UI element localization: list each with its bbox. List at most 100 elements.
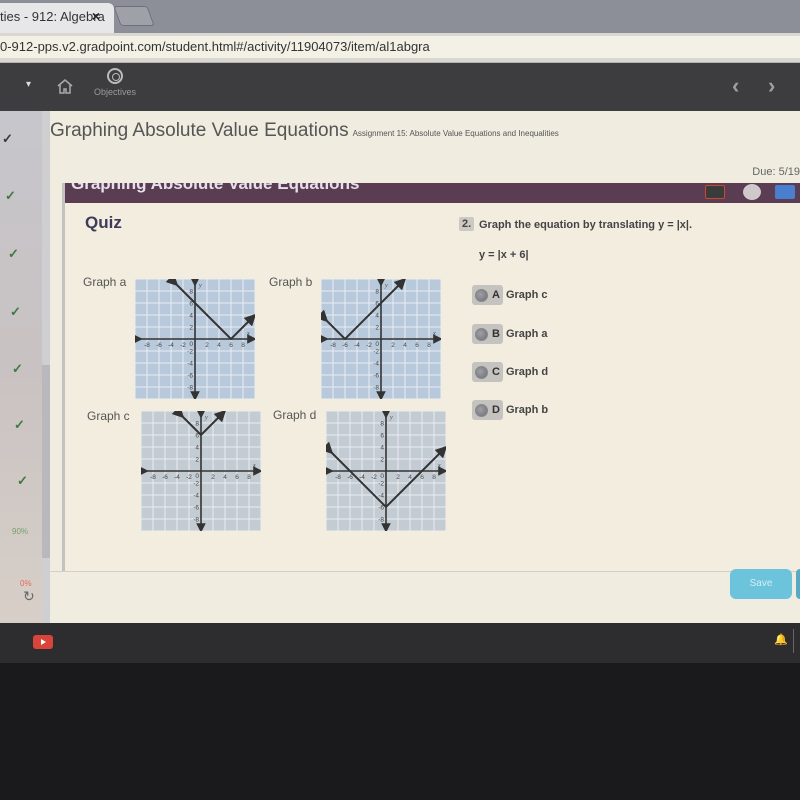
x-tick-label: -8: [150, 474, 156, 481]
radio-box[interactable]: D: [472, 400, 503, 420]
next-button-edge[interactable]: [796, 569, 800, 599]
os-shelf: 🔔: [0, 623, 800, 663]
y-tick-label: -6: [193, 505, 199, 512]
x-tick-label: -2: [371, 474, 377, 481]
graph-a: -8 -6 -4 -2 2 4 6 88642-2-4-6-80xy: [135, 279, 255, 399]
y-tick-label: 8: [189, 289, 193, 296]
completion-percent: 0%: [20, 579, 32, 588]
x-tick-label: -6: [156, 342, 162, 349]
y-axis-label: y: [384, 283, 388, 289]
objectives-label: Objectives: [93, 87, 137, 97]
radio-box[interactable]: C: [472, 362, 503, 382]
new-tab-button[interactable]: [113, 6, 155, 26]
x-axis-label: x: [246, 331, 250, 337]
page-title: Graphing Absolute Value Equations Assignm…: [50, 120, 559, 142]
previous-arrow-icon[interactable]: ‹: [732, 73, 739, 99]
x-tick-label: 6: [229, 342, 233, 349]
option-label[interactable]: Graph b: [506, 404, 548, 416]
x-tick-label: -4: [354, 342, 360, 349]
bell-icon[interactable]: 🔔: [774, 633, 788, 646]
y-tick-label: 8: [380, 421, 384, 428]
quiz-label: Quiz: [85, 213, 122, 232]
home-icon[interactable]: [56, 77, 74, 95]
answer-option-c[interactable]: C Graph d: [472, 361, 548, 383]
graph-a-label: Graph a: [83, 275, 127, 289]
calculator-tool-icon[interactable]: [705, 185, 725, 199]
check-icon[interactable]: ✓: [5, 188, 16, 204]
x-tick-label: 4: [403, 342, 407, 349]
graph-c-label: Graph c: [87, 409, 130, 423]
y-axis-label: y: [198, 283, 202, 289]
graph-d-label: Graph d: [273, 408, 317, 422]
x-tick-label: 8: [427, 342, 431, 349]
y-tick-label: -4: [373, 361, 379, 368]
reload-icon[interactable]: ↻: [23, 588, 35, 605]
option-label[interactable]: Graph a: [506, 328, 548, 340]
score-percent: 90%: [12, 527, 29, 536]
y-tick-label: -2: [373, 349, 379, 356]
x-tick-label: 8: [432, 474, 436, 481]
y-tick-label: 2: [380, 457, 384, 464]
x-tick-label: 4: [217, 342, 221, 349]
record-tool-icon[interactable]: [743, 184, 761, 200]
check-icon[interactable]: ✓: [2, 131, 13, 147]
due-date: Due: 5/19: [752, 166, 800, 178]
x-axis-label: x: [252, 463, 256, 469]
y-tick-label: -8: [187, 385, 193, 392]
radio-button[interactable]: [475, 403, 488, 417]
x-tick-label: -4: [174, 474, 180, 481]
option-label[interactable]: Graph d: [506, 366, 548, 378]
radio-box[interactable]: B: [472, 324, 503, 344]
graph-c: -8 -6 -4 -2 2 4 6 88642-2-4-6-80xy: [141, 411, 261, 531]
youtube-icon[interactable]: [33, 635, 53, 649]
footer-divider: [50, 571, 800, 572]
tab-close-icon[interactable]: ×: [92, 8, 100, 24]
origin-label: 0: [380, 473, 384, 480]
x-tick-label: 2: [211, 474, 215, 481]
glossary-tool-icon[interactable]: [775, 185, 795, 199]
y-tick-label: -4: [193, 493, 199, 500]
page-title-text: Graphing Absolute Value Equations: [50, 120, 349, 141]
radio-button[interactable]: [475, 288, 488, 302]
x-tick-label: 2: [391, 342, 395, 349]
browser-tab[interactable]: ties - 912: Algebra ×: [0, 3, 114, 33]
option-letter: C: [492, 366, 500, 378]
main-content: Graphing Absolute Value Equations Assignm…: [50, 111, 800, 623]
x-tick-label: -6: [162, 474, 168, 481]
x-tick-label: 4: [408, 474, 412, 481]
tab-title: ties - 912: Algebra: [0, 9, 105, 24]
question-equation: y = |x + 6|: [479, 249, 529, 261]
radio-box[interactable]: A: [472, 285, 503, 305]
objectives-button[interactable]: Objectives: [92, 68, 138, 97]
check-icon[interactable]: ✓: [14, 417, 25, 433]
x-tick-label: -2: [186, 474, 192, 481]
check-icon[interactable]: ✓: [12, 361, 23, 377]
y-tick-label: -4: [378, 493, 384, 500]
url-field[interactable]: 0-912-pps.v2.gradpoint.com/student.html#…: [0, 36, 800, 58]
y-tick-label: -2: [187, 349, 193, 356]
answer-option-d[interactable]: D Graph b: [472, 399, 548, 421]
app-top-nav: ▾ Objectives ‹ ›: [0, 63, 800, 111]
origin-label: 0: [189, 341, 193, 348]
x-tick-label: -2: [180, 342, 186, 349]
check-icon[interactable]: ✓: [17, 473, 28, 489]
y-axis-label: y: [389, 415, 393, 421]
x-tick-label: -8: [335, 474, 341, 481]
answer-option-b[interactable]: B Graph a: [472, 323, 548, 345]
save-button[interactable]: Save: [730, 569, 792, 599]
shelf-divider: [793, 629, 794, 653]
check-icon[interactable]: ✓: [10, 304, 21, 320]
radio-button[interactable]: [475, 365, 488, 379]
scrollbar-thumb[interactable]: [42, 365, 50, 558]
answer-option-a[interactable]: A Graph c: [472, 284, 548, 306]
radio-button[interactable]: [475, 327, 488, 341]
check-icon[interactable]: ✓: [8, 246, 19, 262]
y-tick-label: 6: [380, 433, 384, 440]
menu-caret-icon[interactable]: ▾: [26, 79, 31, 90]
x-tick-label: -4: [168, 342, 174, 349]
y-tick-label: 2: [375, 325, 379, 332]
option-label[interactable]: Graph c: [506, 289, 548, 301]
next-arrow-icon[interactable]: ›: [768, 73, 775, 99]
option-letter: B: [492, 328, 500, 340]
monitor-bezel: [0, 663, 800, 800]
